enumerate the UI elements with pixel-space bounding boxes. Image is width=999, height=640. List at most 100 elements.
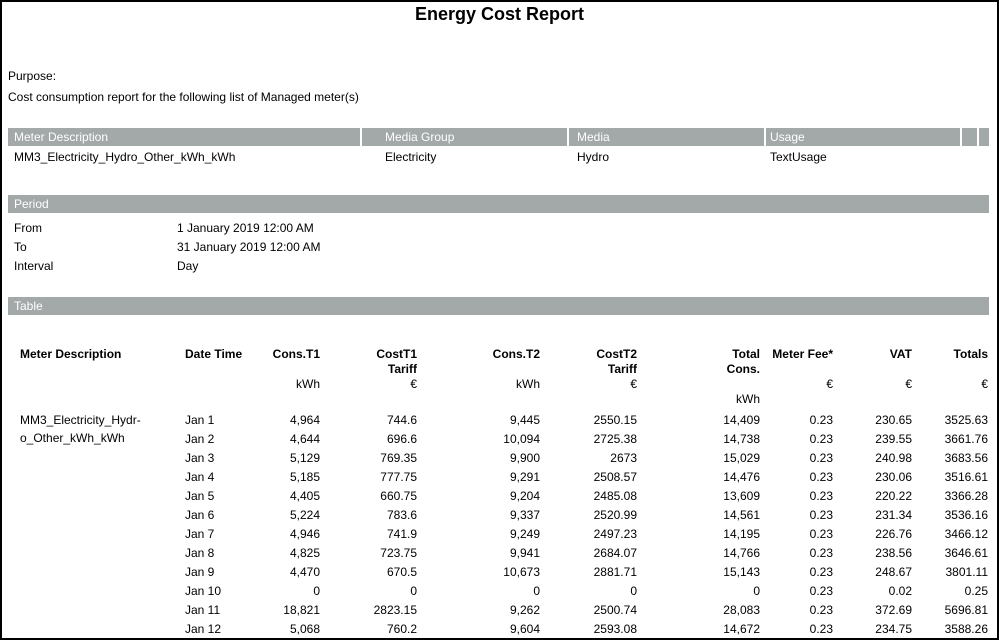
cell-total-cons: 14,409 <box>637 411 760 430</box>
period-section-bar: Period <box>8 195 989 213</box>
consumption-table-head: Meter Description Date Time Cons.T1 kWh … <box>20 347 988 411</box>
cell-vat: 230.06 <box>833 468 912 487</box>
cell-cost-t2: 2497.23 <box>540 525 637 544</box>
cell-total-cons: 13,609 <box>637 487 760 506</box>
cell-totals: 3588.26 <box>912 620 988 639</box>
cell-total-cons: 14,195 <box>637 525 760 544</box>
cell-cost-t2: 2485.08 <box>540 487 637 506</box>
meter-col-header-media-group: Media Group <box>385 128 454 146</box>
meter-col-header-usage: Usage <box>770 128 805 146</box>
cell-cost-t1: 670.5 <box>320 563 417 582</box>
cell-cost-t1: 723.75 <box>320 544 417 563</box>
cell-totals: 3366.28 <box>912 487 988 506</box>
col-header-cons-t2: Cons.T2 kWh <box>417 347 540 411</box>
col-header-date-time: Date Time <box>185 347 243 411</box>
column-divider <box>567 128 569 146</box>
cell-date-time: Jan 2 <box>185 430 243 449</box>
table-section-bar: Table <box>8 297 989 315</box>
cell-cons-t2: 9,900 <box>417 449 540 468</box>
period-to-label: To <box>14 238 177 257</box>
cell-vat: 220.22 <box>833 487 912 506</box>
consumption-table: Meter Description Date Time Cons.T1 kWh … <box>20 347 988 639</box>
col-header-total-cons: TotalCons. kWh <box>637 347 760 411</box>
cell-date-time: Jan 6 <box>185 506 243 525</box>
cell-cost-t2: 2673 <box>540 449 637 468</box>
col-header-cost-t1: CostT1Tariff€ <box>320 347 417 411</box>
cell-cost-t1: 744.6 <box>320 411 417 430</box>
cell-cost-t1: 783.6 <box>320 506 417 525</box>
period-row-from: From1 January 2019 12:00 AM <box>2 219 602 238</box>
period-row-interval: IntervalDay <box>2 257 602 276</box>
cell-total-cons: 14,738 <box>637 430 760 449</box>
cell-cons-t2: 9,204 <box>417 487 540 506</box>
cell-cons-t2: 0 <box>417 582 540 601</box>
cell-totals: 3683.56 <box>912 449 988 468</box>
cell-cons-t1: 4,405 <box>243 487 320 506</box>
cell-cost-t1: 777.75 <box>320 468 417 487</box>
cell-cost-t2: 2500.74 <box>540 601 637 620</box>
cell-cons-t2: 9,445 <box>417 411 540 430</box>
cell-vat: 0.02 <box>833 582 912 601</box>
period-row-to: To31 January 2019 12:00 AM <box>2 238 602 257</box>
purpose-label: Purpose: <box>8 69 56 83</box>
column-divider <box>360 128 362 146</box>
cell-cons-t2: 10,094 <box>417 430 540 449</box>
cell-cons-t1: 18,821 <box>243 601 320 620</box>
cell-meter-fee: 0.23 <box>760 468 833 487</box>
cell-date-time: Jan 11 <box>185 601 243 620</box>
cell-cost-t2: 2593.08 <box>540 620 637 639</box>
cell-total-cons: 14,766 <box>637 544 760 563</box>
cell-vat: 234.75 <box>833 620 912 639</box>
cell-cost-t2: 2508.57 <box>540 468 637 487</box>
cell-meter-fee: 0.23 <box>760 506 833 525</box>
cell-cons-t1: 0 <box>243 582 320 601</box>
cell-cons-t1: 4,644 <box>243 430 320 449</box>
cell-vat: 230.65 <box>833 411 912 430</box>
col-header-totals: Totals € <box>912 347 988 411</box>
meter-col-header-description: Meter Description <box>14 128 108 146</box>
cell-total-cons: 15,143 <box>637 563 760 582</box>
cell-meter-fee: 0.23 <box>760 601 833 620</box>
cell-totals: 3466.12 <box>912 525 988 544</box>
meter-row: MM3_Electricity_Hydro_Other_kWh_kWh Elec… <box>8 149 989 165</box>
cell-cons-t2: 9,249 <box>417 525 540 544</box>
cell-totals: 3661.76 <box>912 430 988 449</box>
cell-meter-fee: 0.23 <box>760 430 833 449</box>
column-divider <box>977 128 979 146</box>
cell-date-time: Jan 12 <box>185 620 243 639</box>
report-page: Energy Cost Report Purpose: Cost consump… <box>0 0 999 640</box>
cell-cost-t2: 2520.99 <box>540 506 637 525</box>
cell-date-time: Jan 7 <box>185 525 243 544</box>
column-divider <box>764 128 766 146</box>
cell-cons-t1: 5,185 <box>243 468 320 487</box>
cell-date-time: Jan 5 <box>185 487 243 506</box>
cell-totals: 3516.61 <box>912 468 988 487</box>
cell-cost-t1: 696.6 <box>320 430 417 449</box>
cell-cost-t1: 769.35 <box>320 449 417 468</box>
col-header-cons-t1: Cons.T1 kWh <box>243 347 320 411</box>
cell-cost-t2: 2550.15 <box>540 411 637 430</box>
col-header-cost-t2: CostT2Tariff€ <box>540 347 637 411</box>
cell-vat: 240.98 <box>833 449 912 468</box>
cell-cost-t2: 2881.71 <box>540 563 637 582</box>
cell-cost-t1: 0 <box>320 582 417 601</box>
meter-table-header-bar: Meter Description Media Group Media Usag… <box>8 128 989 146</box>
period-to-value: 31 January 2019 12:00 AM <box>177 238 320 257</box>
cell-totals: 3801.11 <box>912 563 988 582</box>
cell-cons-t1: 5,129 <box>243 449 320 468</box>
cell-cons-t2: 9,291 <box>417 468 540 487</box>
cell-cons-t1: 4,825 <box>243 544 320 563</box>
cell-date-time: Jan 10 <box>185 582 243 601</box>
meter-name-line: MM3_Electricity_Hydr- <box>20 411 185 429</box>
cell-total-cons: 14,672 <box>637 620 760 639</box>
column-divider <box>960 128 962 146</box>
cell-date-time: Jan 1 <box>185 411 243 430</box>
cell-cons-t1: 4,946 <box>243 525 320 544</box>
purpose-text: Cost consumption report for the followin… <box>8 90 359 104</box>
cell-cost-t2: 0 <box>540 582 637 601</box>
media-value: Hydro <box>577 149 609 165</box>
cell-meter-fee: 0.23 <box>760 449 833 468</box>
meter-col-header-media: Media <box>577 128 610 146</box>
cell-meter-fee: 0.23 <box>760 582 833 601</box>
meter-description-value: MM3_Electricity_Hydro_Other_kWh_kWh <box>14 149 235 165</box>
